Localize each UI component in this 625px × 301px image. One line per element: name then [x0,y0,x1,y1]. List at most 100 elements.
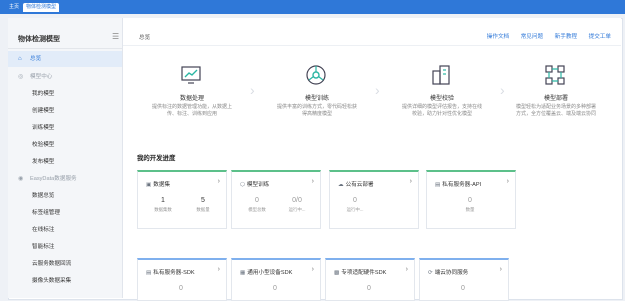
step-model-deployment: 模型部署 模型轻松为适配业务场景的多种部署方式，全方位覆盖云、端及端云协同 [501,53,611,141]
stat-value: 0 [353,197,357,204]
cloud-icon: ☁ [338,182,344,188]
data-icon: ◉ [18,176,24,182]
sidebar-item-create-model[interactable]: 创建模型 [8,103,122,119]
cube-icon: ⬡ [240,182,245,188]
card-dataset[interactable]: ▣ 数据集 › 1 数据集数 5 数据量 [137,170,227,229]
step-model-training: 模型训练 提供丰富的训练方式，零代码轻松获得高精度模型 [262,53,372,141]
step-description: 提供标注的数据管理功能，从数据上传、标注、训练到应用 [151,104,232,117]
sidebar-item-validate-model[interactable]: 校验模型 [8,137,122,153]
chevron-right-icon[interactable]: › [410,178,412,185]
workflow-steps: 数据处理 提供标注的数据管理功能，从数据上传、标注、训练到应用 › 模型训练 提… [137,53,611,141]
card-edge-cloud-service[interactable]: ⟳ 端云协同服务 › 0 [419,258,509,301]
sidebar-item-data-overview[interactable]: 数据总览 [8,188,122,204]
card-public-cloud-deploy[interactable]: ☁ 公有云部署 › 0 运行中... [329,170,419,229]
stat-value: 5 [201,197,205,204]
sidebar-item-label: 发布模型 [32,159,55,165]
sidebar-item-label: EasyData数据服务 [30,176,77,182]
sync-icon: ⟳ [428,270,433,276]
chart-monitor-icon [181,66,201,84]
card-title-text: 私有服务器-API [442,182,482,188]
chip-icon: ▩ [334,270,340,276]
stat-value: 0 [179,285,183,292]
stat-label: 数据量 [196,207,210,212]
sidebar-item-cloud-data-reflow[interactable]: 云服务数据回流 [8,256,122,272]
card-title-text: 端云协同服务 [434,270,469,276]
stat-value: 0 [468,197,472,204]
step-title: 模型部署 [543,96,568,102]
step-title: 数据处理 [179,96,204,102]
card-title-text: 数据集 [153,182,171,188]
link-faq[interactable]: 常见问题 [521,34,543,40]
link-submit-ticket[interactable]: 提交工单 [589,34,611,40]
card-title: ▤ 私有服务器-SDK [146,268,195,276]
card-title: ☁ 公有云部署 [338,180,374,188]
card-small-device-sdk[interactable]: ▦ 通用小型设备SDK › 0 [231,258,321,301]
model-icon: ◎ [18,74,24,80]
browser-tab-bar: 主页 物体检测模型 [0,0,625,14]
sidebar-item-my-models[interactable]: 我的模型 [8,86,122,102]
database-icon: ▣ [146,182,152,188]
sidebar-item-label: 智能标注 [32,244,55,250]
sidebar-item-label-groups[interactable]: 标签组管理 [8,205,122,221]
stat-value: 0 [367,285,371,292]
card-model-training[interactable]: ⬡ 模型训练 › 0 模型总数 0/0 运行中... [231,170,321,229]
link-docs[interactable]: 操作文档 [487,34,509,40]
sidebar-item-label: 创建模型 [32,108,55,114]
buildings-icon [432,65,450,85]
server-icon: ▤ [435,182,441,188]
card-title-text: 模型训练 [246,182,270,188]
sidebar-item-online-labeling[interactable]: 在线标注 [8,222,122,238]
chevron-right-icon[interactable]: › [312,178,314,185]
step-description: 提供详细的模型评估报告，支持在线校验，助力针对性优化模型 [401,104,482,117]
chevron-right-icon[interactable]: › [500,266,502,273]
chevron-right-icon[interactable]: › [507,178,509,185]
stat-label: 模型总数 [248,207,266,212]
tab-home[interactable]: 主页 [6,3,22,12]
stat-label: 数据集数 [154,207,172,212]
step-description: 模型轻松为适配业务场景的多种部署方式，全方位覆盖云、端及端云协同 [515,104,596,117]
chevron-right-icon[interactable]: › [312,266,314,273]
card-private-server-sdk[interactable]: ▤ 私有服务器-SDK › 0 [137,258,227,301]
card-title-text: 公有云部署 [345,182,374,188]
stat-value: 0/0 [292,197,302,204]
chevron-right-icon[interactable]: › [218,266,220,273]
sidebar-item-train-model[interactable]: 训练模型 [8,120,122,136]
chevron-right-icon[interactable]: › [406,266,408,273]
sidebar-item-label: 在线标注 [32,227,55,233]
sidebar-group-model-center[interactable]: ◎ 模型中心 [8,69,122,85]
network-icon [306,65,326,85]
tab-object-detection[interactable]: 物体检测模型 [23,3,60,12]
stat-value: 0 [273,285,277,292]
card-private-server-api[interactable]: ▤ 私有服务器-API › 0 数量 [426,170,516,229]
link-tutorial[interactable]: 新手教程 [555,34,577,40]
step-data-processing: 数据处理 提供标注的数据管理功能，从数据上传、标注、训练到应用 [137,53,247,141]
card-title: ▩ 专项适配硬件SDK [334,268,386,276]
sidebar-group-easydata[interactable]: ◉ EasyData数据服务 [8,171,122,187]
sidebar-item-camera-collection[interactable]: 摄像头数据采集 [8,273,122,289]
step-title: 模型训练 [304,96,329,102]
step-model-validation: 模型校验 提供详细的模型评估报告，支持在线校验，助力针对性优化模型 [387,53,497,141]
sidebar-item-label: 标签组管理 [32,210,60,216]
menu-toggle-icon[interactable]: ☰ [112,32,119,41]
sidebar-item-label: 模型中心 [30,74,53,80]
stat-label: 数量 [465,207,475,212]
sidebar-item-publish-model[interactable]: 发布模型 [8,154,122,170]
device-icon: ▦ [240,270,246,276]
breadcrumb: 总览 [139,35,151,41]
divider [8,48,122,49]
main-content: 总览 操作文档 常见问题 新手教程 提交工单 数据处理 提供标注的数据管理功能，… [123,18,621,301]
sidebar-item-label: 摄像头数据采集 [32,278,72,284]
section-title: 我的开发进度 [137,155,176,162]
stat-label: 运行中... [346,207,364,212]
stat-label: 运行中... [288,207,306,212]
sidebar-item-overview[interactable]: ⌂ 总览 [8,51,122,67]
sidebar-item-label: 校验模型 [32,142,55,148]
card-dedicated-hardware-sdk[interactable]: ▩ 专项适配硬件SDK › 0 [325,258,415,301]
sidebar-item-label: 我的模型 [32,91,55,97]
card-title: ⟳ 端云协同服务 [428,268,468,276]
stat-value: 0 [255,197,259,204]
chevron-right-icon[interactable]: › [218,178,220,185]
deploy-icon [545,65,565,85]
sidebar-item-smart-labeling[interactable]: 智能标注 [8,239,122,255]
sidebar-item-label: 总览 [30,56,42,62]
